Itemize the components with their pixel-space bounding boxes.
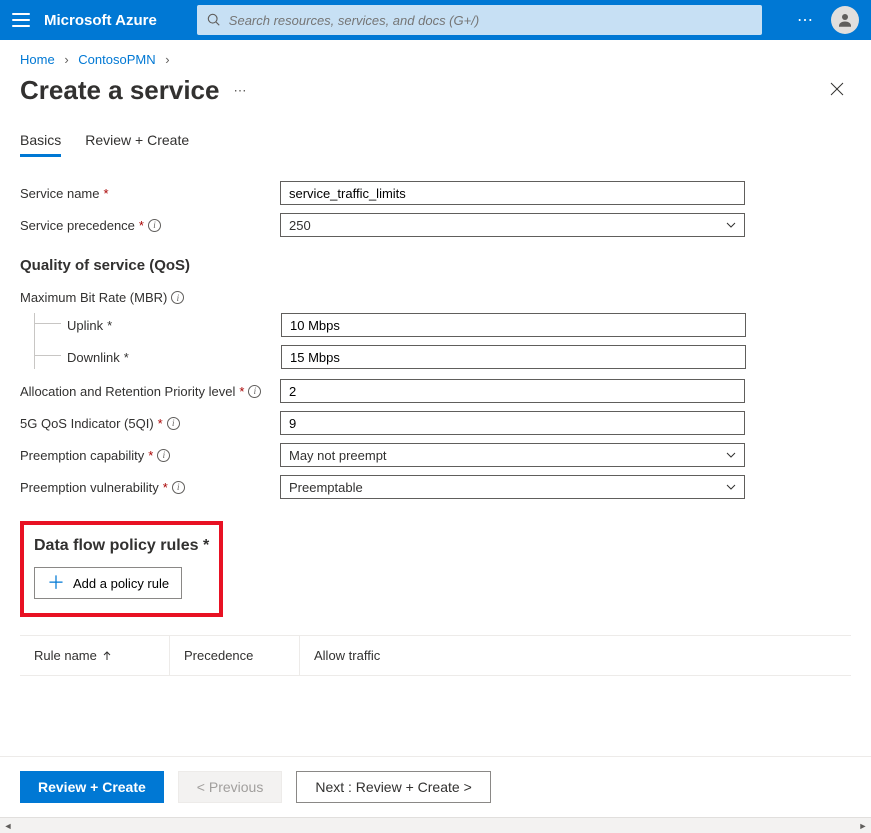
topbar-more-icon[interactable]: ⋯ (797, 10, 815, 30)
row-mbr: Maximum Bit Rate (MBR) i (20, 290, 851, 305)
next-button[interactable]: Next : Review + Create > (296, 771, 490, 803)
row-5qi: 5G QoS Indicator (5QI) * i (20, 411, 851, 435)
downlink-input[interactable] (281, 345, 746, 369)
required-marker: * (103, 186, 108, 201)
arp-label: Allocation and Retention Priority level (20, 384, 235, 399)
row-uplink: Uplink * (35, 313, 851, 337)
top-navbar: Microsoft Azure ⋯ (0, 0, 871, 40)
info-icon[interactable]: i (167, 417, 180, 430)
service-name-input[interactable] (280, 181, 745, 205)
tab-basics[interactable]: Basics (20, 126, 61, 157)
preempt-cap-label: Preemption capability (20, 448, 144, 463)
page-header: Create a service ⋯ (0, 75, 871, 126)
info-icon[interactable]: i (148, 219, 161, 232)
global-search-input[interactable] (229, 13, 752, 28)
tab-review-create[interactable]: Review + Create (85, 126, 189, 157)
preempt-vuln-value: Preemptable (289, 480, 363, 495)
mbr-tree: Uplink * Downlink * (34, 313, 851, 369)
breadcrumb-item[interactable]: ContosoPMN (78, 52, 155, 67)
form-basics: Service name * Service precedence * i 25… (0, 181, 871, 716)
scroll-left-icon[interactable]: ◄ (2, 820, 14, 832)
row-service-name: Service name * (20, 181, 851, 205)
add-policy-rule-button[interactable]: ＋ Add a policy rule (34, 567, 182, 599)
uplink-label: Uplink (67, 318, 103, 333)
previous-button[interactable]: < Previous (178, 771, 283, 803)
required-marker: * (163, 480, 168, 495)
add-policy-rule-label: Add a policy rule (73, 576, 169, 591)
qos-heading: Quality of service (QoS) (20, 257, 851, 274)
required-marker: * (107, 318, 112, 333)
chevron-right-icon: › (159, 52, 175, 67)
page-more-icon[interactable]: ⋯ (233, 83, 246, 99)
data-flow-policy-rules-section: Data flow policy rules * ＋ Add a policy … (20, 521, 223, 617)
uplink-input[interactable] (281, 313, 746, 337)
preempt-vuln-label: Preemption vulnerability (20, 480, 159, 495)
arp-input[interactable] (280, 379, 745, 403)
user-avatar[interactable] (831, 6, 859, 34)
info-icon[interactable]: i (157, 449, 170, 462)
wizard-footer: Review + Create < Previous Next : Review… (0, 756, 871, 817)
col-rule-name-label: Rule name (34, 648, 97, 663)
col-precedence[interactable]: Precedence (170, 636, 300, 675)
tab-bar: Basics Review + Create (0, 126, 871, 157)
search-icon (207, 13, 221, 27)
required-marker: * (239, 384, 244, 399)
close-button[interactable] (823, 75, 851, 106)
brand-label[interactable]: Microsoft Azure (44, 12, 157, 29)
horizontal-scrollbar[interactable]: ◄ ► (0, 817, 871, 833)
review-create-button[interactable]: Review + Create (20, 771, 164, 803)
service-name-label: Service name (20, 186, 99, 201)
hamburger-menu-icon[interactable] (12, 13, 30, 27)
service-precedence-label: Service precedence (20, 218, 135, 233)
info-icon[interactable]: i (171, 291, 184, 304)
breadcrumb-home[interactable]: Home (20, 52, 55, 67)
preempt-cap-select[interactable]: May not preempt (280, 443, 745, 467)
service-precedence-select[interactable]: 250 (280, 213, 745, 237)
service-precedence-value: 250 (289, 218, 311, 233)
required-marker: * (158, 416, 163, 431)
required-marker: * (139, 218, 144, 233)
row-downlink: Downlink * (35, 345, 851, 369)
required-marker: * (124, 350, 129, 365)
chevron-down-icon (726, 220, 736, 230)
close-icon (829, 81, 845, 97)
person-icon (836, 11, 854, 29)
breadcrumb: Home › ContosoPMN › (0, 40, 871, 75)
global-search[interactable] (197, 5, 762, 35)
col-allow-traffic[interactable]: Allow traffic (300, 636, 440, 675)
row-service-precedence: Service precedence * i 250 (20, 213, 851, 237)
chevron-down-icon (726, 482, 736, 492)
rules-table-header: Rule name Precedence Allow traffic (20, 635, 851, 676)
scroll-right-icon[interactable]: ► (857, 820, 869, 832)
mbr-label: Maximum Bit Rate (MBR) (20, 290, 167, 305)
qos5qi-label: 5G QoS Indicator (5QI) (20, 416, 154, 431)
plus-icon: ＋ (47, 574, 65, 592)
page-title: Create a service (20, 75, 219, 106)
info-icon[interactable]: i (172, 481, 185, 494)
preempt-cap-value: May not preempt (289, 448, 387, 463)
rules-heading-text: Data flow policy rules (34, 537, 198, 554)
row-preempt-vuln: Preemption vulnerability * i Preemptable (20, 475, 851, 499)
qos5qi-input[interactable] (280, 411, 745, 435)
rules-heading: Data flow policy rules * (34, 537, 209, 555)
col-rule-name[interactable]: Rule name (20, 636, 170, 675)
sort-asc-icon (103, 651, 111, 661)
chevron-down-icon (726, 450, 736, 460)
required-marker: * (203, 537, 209, 554)
preempt-vuln-select[interactable]: Preemptable (280, 475, 745, 499)
row-preempt-cap: Preemption capability * i May not preemp… (20, 443, 851, 467)
row-arp: Allocation and Retention Priority level … (20, 379, 851, 403)
required-marker: * (148, 448, 153, 463)
info-icon[interactable]: i (248, 385, 261, 398)
chevron-right-icon: › (58, 52, 74, 67)
downlink-label: Downlink (67, 350, 120, 365)
